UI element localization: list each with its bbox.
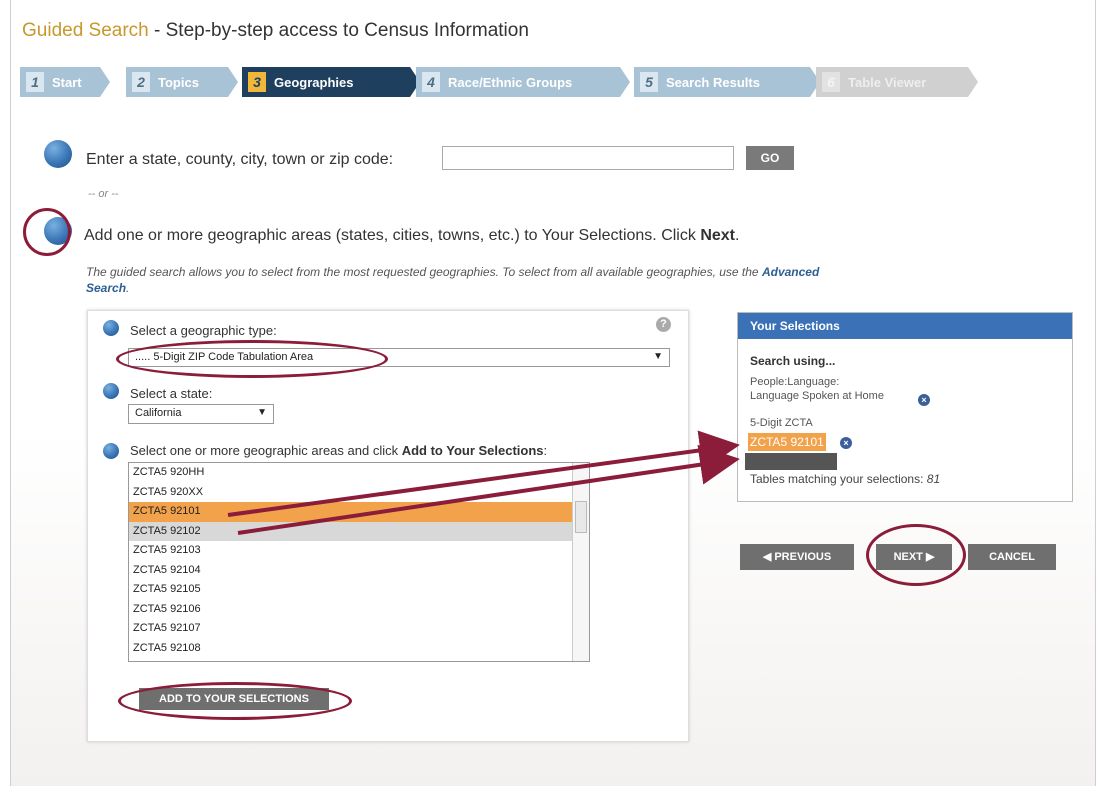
arrow-line bbox=[227, 430, 740, 517]
annotation-arrows bbox=[227, 430, 740, 535]
arrow-line bbox=[237, 444, 740, 535]
